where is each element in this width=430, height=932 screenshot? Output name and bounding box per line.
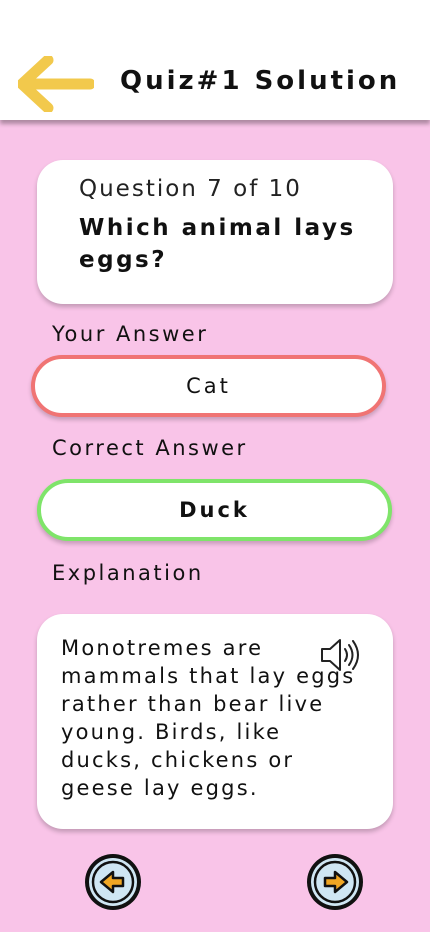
your-answer-label: Your Answer	[52, 322, 209, 346]
arrow-left-icon[interactable]	[18, 56, 94, 112]
page-title: Quiz#1 Solution	[120, 66, 401, 96]
explanation-card: Monotremes are mammals that lay eggs rat…	[37, 614, 393, 829]
question-card: Question 7 of 10 Which animal lays eggs?	[37, 160, 393, 304]
correct-answer-label: Correct Answer	[52, 436, 248, 460]
correct-answer-field: Duck	[37, 479, 392, 541]
explanation-label: Explanation	[52, 561, 204, 585]
your-answer-field: Cat	[31, 355, 386, 417]
question-text: Which animal lays eggs?	[79, 215, 356, 273]
speaker-icon[interactable]	[319, 636, 361, 674]
question-counter: Question 7 of 10	[79, 176, 302, 202]
next-button[interactable]	[305, 852, 365, 912]
previous-button[interactable]	[83, 852, 143, 912]
header-bar: Quiz#1 Solution	[0, 0, 430, 120]
